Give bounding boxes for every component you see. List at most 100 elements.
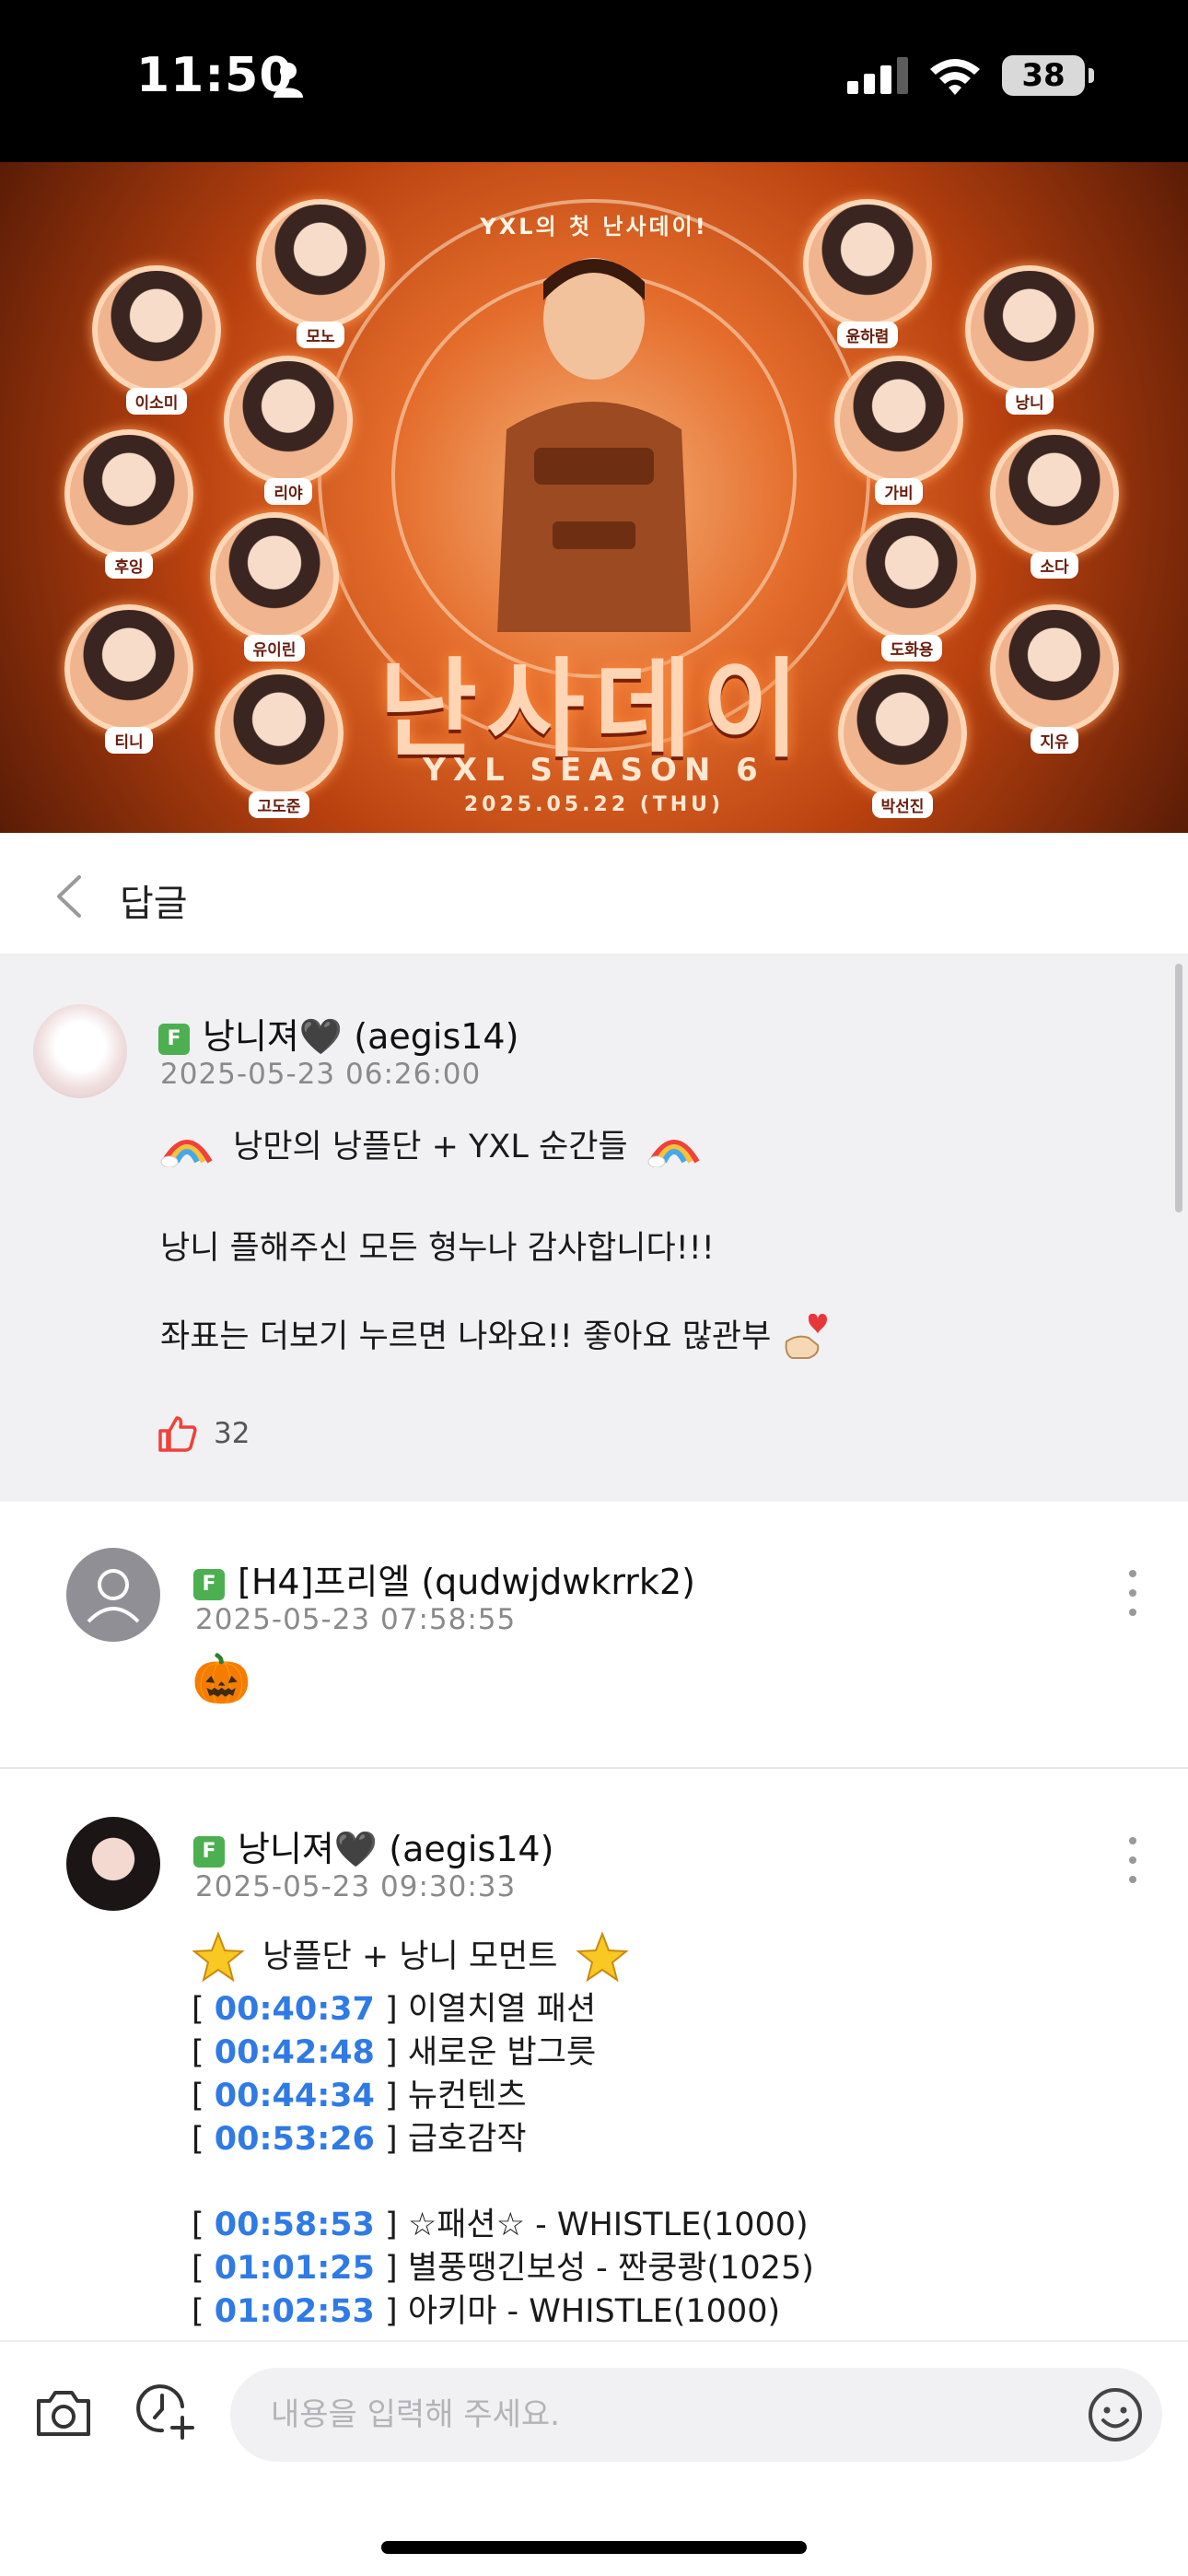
comment-heading: 낭플단 + 낭니 모먼트 <box>192 1931 629 1985</box>
reply-comment: F 낭니져🖤 (aegis14) 2025-05-23 09:30:33 낭플단 … <box>0 1769 1188 2340</box>
member-photo <box>224 356 353 485</box>
scrollbar[interactable] <box>1175 964 1182 1212</box>
member-photo <box>803 199 932 328</box>
member-photo <box>92 265 221 394</box>
grade-badge: F <box>193 1835 225 1868</box>
comment-line: 좌표는 더보기 누르면 나와요!! 좋아요 많관부 <box>160 1314 829 1362</box>
banner-season: YXL SEASON 6 <box>423 752 765 789</box>
banner-member: 모노 <box>256 199 385 348</box>
event-banner: YXL의 첫 난사데이! 난사데이 YXL SEASON 6 2025.05.2… <box>0 162 1188 833</box>
wifi-icon <box>930 59 980 95</box>
banner-member: 도화용 <box>847 512 976 662</box>
member-photo <box>838 669 967 798</box>
member-photo <box>990 604 1119 733</box>
thumbs-up-icon <box>158 1416 197 1452</box>
member-photo <box>64 604 193 733</box>
timestamp-line: [ 00:42:48 ] 새로운 밥그릇 <box>192 2034 597 2071</box>
reply-comment: F [H4]프리엘 (qudwjdwkrrk2) 2025-05-23 07:58… <box>0 1502 1188 1769</box>
grade-badge: F <box>193 1568 225 1600</box>
timestamp-caption: 새로운 밥그릇 <box>407 2034 597 2071</box>
comment-input[interactable] <box>230 2368 1162 2462</box>
comment-heading-text: 낭플단 + 낭니 모먼트 <box>262 1938 558 1975</box>
author-name: 낭니져🖤 (aegis14) <box>203 1016 519 1057</box>
default-user-icon <box>87 1569 140 1623</box>
member-photo <box>256 199 385 328</box>
comment-time: 2025-05-23 07:58:55 <box>195 1603 517 1636</box>
banner-date: 2025.05.22 (THU) <box>463 793 725 816</box>
timestamp-caption: 별풍땡긴보성 - 짠쿵쾅(1025) <box>407 2250 814 2287</box>
comment-time: 2025-05-23 06:26:00 <box>160 1058 482 1091</box>
grade-badge: F <box>158 1023 190 1055</box>
timestamp-line: [ 00:44:34 ] 뉴컨텐츠 <box>192 2078 527 2114</box>
banner-member: 고도준 <box>215 669 344 818</box>
battery-indicator: 38 <box>1002 55 1094 96</box>
member-photo <box>847 512 976 641</box>
timestamp-line: [ 00:40:37 ] 이열치열 패션 <box>192 1991 597 2028</box>
home-indicator[interactable] <box>381 2541 807 2554</box>
main-comment: F 낭니져🖤 (aegis14) 2025-05-23 06:26:00 낭만의 … <box>0 954 1188 1502</box>
like-button[interactable]: 32 <box>158 1415 250 1452</box>
back-chevron-icon[interactable] <box>52 873 88 919</box>
emoji-picker-icon[interactable] <box>1087 2386 1144 2443</box>
timestamp-link[interactable]: 01:02:53 <box>215 2293 375 2330</box>
timestamp-caption: 급호감작 <box>407 2121 527 2158</box>
banner-tagline: YXL의 첫 난사데이! <box>480 214 708 240</box>
status-time: 11:50 <box>136 48 294 103</box>
like-count: 32 <box>214 1417 250 1450</box>
comment-line-text: 좌표는 더보기 누르면 나와요!! 좋아요 많관부 <box>160 1318 772 1355</box>
rainbow-icon <box>647 1140 700 1167</box>
status-indicators: 38 <box>847 55 1094 96</box>
banner-member: 티니 <box>64 604 193 754</box>
comment-author[interactable]: F 낭니져🖤 (aegis14) <box>193 1821 553 1871</box>
battery-level: 38 <box>1021 57 1066 94</box>
timestamp-link[interactable]: 00:42:48 <box>215 2034 375 2071</box>
heart-hand-icon <box>786 1314 828 1359</box>
timestamp-line: [ 01:01:25 ] 별풍땡긴보성 - 짠쿵쾅(1025) <box>192 2250 814 2287</box>
timestamp-caption: ☆패션☆ - WHISTLE(1000) <box>407 2207 809 2243</box>
timestamp-line: [ 00:53:26 ] 급호감작 <box>192 2121 527 2158</box>
banner-member: 윤하렴 <box>803 199 932 348</box>
member-photo <box>834 356 963 485</box>
banner-member: 박선진 <box>838 669 967 818</box>
member-photo <box>215 669 344 798</box>
star-icon <box>192 1931 245 1983</box>
timestamp-link[interactable]: 00:53:26 <box>215 2121 375 2158</box>
timestamp-add-icon[interactable] <box>134 2379 197 2441</box>
member-photo <box>990 429 1119 558</box>
banner-member: 이소미 <box>92 265 221 415</box>
timestamp-link[interactable]: 00:40:37 <box>215 1991 375 2028</box>
timestamp-caption: 아키마 - WHISTLE(1000) <box>407 2293 781 2330</box>
banner-member: 유이린 <box>210 512 339 662</box>
timestamp-link[interactable]: 00:44:34 <box>215 2078 375 2114</box>
author-name: [H4]프리엘 (qudwjdwkrrk2) <box>238 1562 695 1602</box>
comment-author[interactable]: F [H4]프리엘 (qudwjdwkrrk2) <box>193 1553 695 1604</box>
person-icon <box>274 63 303 98</box>
comment-line-text: 낭만의 낭플단 + YXL 순간들 <box>233 1129 628 1165</box>
author-name: 낭니져🖤 (aegis14) <box>238 1829 554 1869</box>
timestamp-line: [ 00:58:53 ] ☆패션☆ - WHISTLE(1000) <box>192 2207 809 2243</box>
comment-author[interactable]: F 낭니져🖤 (aegis14) <box>158 1008 518 1059</box>
avatar[interactable] <box>66 1817 160 1911</box>
timestamp-link[interactable]: 00:58:53 <box>215 2207 375 2243</box>
member-photo <box>64 429 193 558</box>
reply-header: 답글 <box>0 833 1188 954</box>
avatar[interactable] <box>33 1004 127 1098</box>
status-bar: 11:50 38 <box>0 0 1188 162</box>
more-options-icon[interactable] <box>1124 1837 1142 1883</box>
banner-member: 소다 <box>990 429 1119 579</box>
banner-member: 가비 <box>834 356 963 505</box>
camera-icon[interactable] <box>33 2383 94 2443</box>
page-title: 답글 <box>120 883 188 925</box>
signal-icon <box>847 57 908 94</box>
banner-member: 리야 <box>224 356 353 505</box>
rainbow-icon <box>160 1140 213 1167</box>
member-photo <box>965 265 1094 394</box>
avatar[interactable] <box>66 1548 160 1642</box>
star-icon <box>575 1931 629 1983</box>
comment-line: 낭니 플해주신 모든 형누나 감사합니다!!! <box>160 1230 715 1267</box>
timestamp-link[interactable]: 01:01:25 <box>215 2250 375 2287</box>
timestamp-line: [ 01:02:53 ] 아키마 - WHISTLE(1000) <box>192 2293 781 2330</box>
more-options-icon[interactable] <box>1124 1570 1142 1616</box>
comment-input-bar <box>0 2340 1188 2576</box>
battery-cap <box>1089 68 1094 83</box>
